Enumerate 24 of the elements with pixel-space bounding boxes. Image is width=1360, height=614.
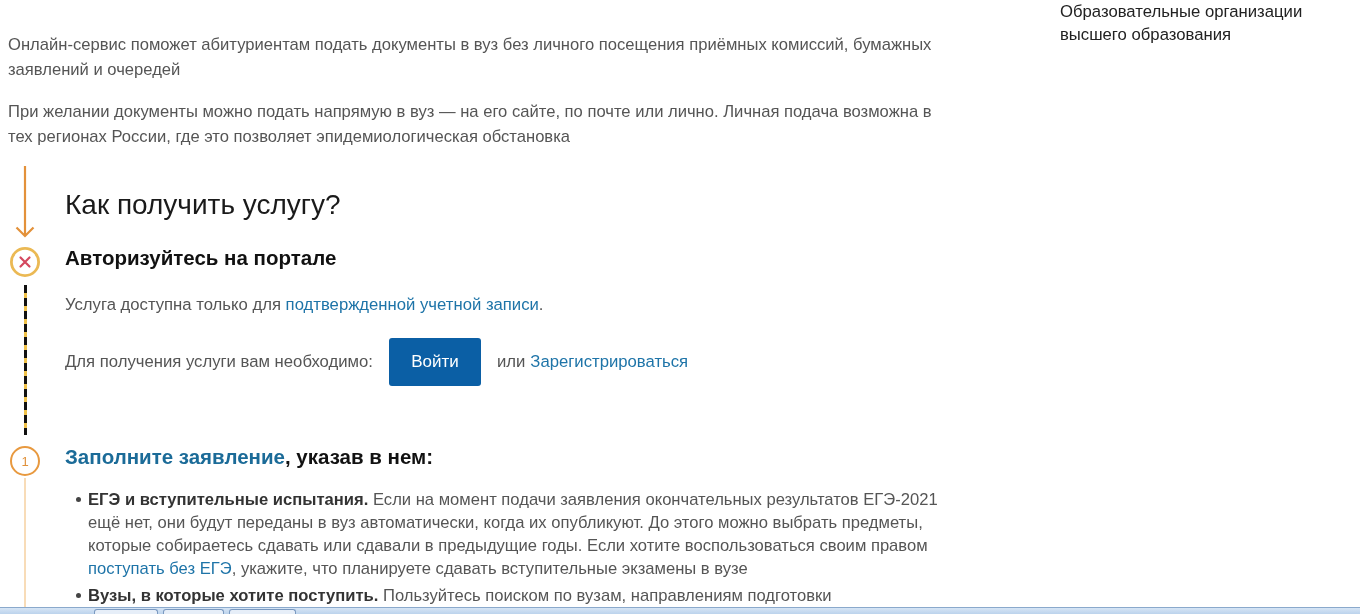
taskbar-button[interactable] xyxy=(163,609,224,614)
intro-paragraph: При желании документы можно подать напрямую в вуз — на его сайте, по почте или лично. Личная подача возможна в тех регионах России, где это позволяет эпидемиологическая обстановка xyxy=(8,101,933,148)
section-heading: Как получить услугу? xyxy=(64,188,341,222)
inline-link[interactable]: поступать без ЕГЭ xyxy=(88,559,232,578)
account-link[interactable]: подтвержденной учетной записи xyxy=(285,295,539,314)
down-arrow-icon xyxy=(15,166,35,238)
step-title-link[interactable]: Заполните заявление xyxy=(65,445,285,468)
list-item-text: Вузы, в которые хотите поступить. Пользуйтесь поиском по вузам, направлениям подготовки xyxy=(88,585,832,607)
intro-paragraph: Онлайн-сервис поможет абитуриентам подать документы в вуз без личного посещения приёмных комиссий, бумажных заявлений и очередей xyxy=(8,34,933,81)
cross-in-circle-icon xyxy=(10,247,40,277)
bullet-icon xyxy=(76,593,81,598)
register-link[interactable]: Зарегистрироваться xyxy=(530,352,689,372)
step-title: Заполните заявление, указав в нем: xyxy=(64,444,434,470)
step-title: Авторизуйтесь на портале xyxy=(64,245,337,271)
bullet-icon xyxy=(76,497,81,502)
login-prompt: Для получения услуги вам необходимо: xyxy=(65,351,373,373)
step-number: 1 xyxy=(10,446,40,476)
login-button[interactable]: Войти xyxy=(388,338,481,386)
or-text: или xyxy=(496,352,526,372)
taskbar-button[interactable] xyxy=(229,609,296,614)
note-text: Услуга доступна только для подтвержденной учетной записи. xyxy=(65,294,545,316)
category-text: Образовательные организации высшего образования xyxy=(1060,1,1304,46)
taskbar-button[interactable] xyxy=(94,609,158,614)
list-item-text: ЕГЭ и вступительные испытания. Если на момент подачи заявления окончательных результатов ЕГЭ-2021 ещё нет, они будут переданы в вуз автоматически, когда их опубликуют. До этого можно выбрать предметы, которые собираетесь сдавать или сдавали в предыдущие годы. Если хотите воспользоваться своим правом поступать без ЕГЭ, укажите, что планируете сдавать вступительные экзамены в вузе xyxy=(88,489,939,580)
